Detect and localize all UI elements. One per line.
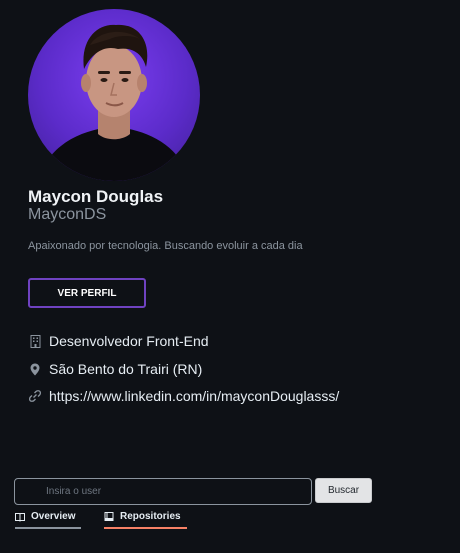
info-location: São Bento do Trairi (RN): [29, 361, 202, 377]
view-profile-button[interactable]: VER PERFIL: [28, 278, 146, 308]
info-company-text: Desenvolvedor Front-End: [49, 333, 209, 349]
tab-overview[interactable]: Overview: [15, 511, 81, 529]
avatar: [28, 9, 200, 181]
profile-page: Maycon Douglas MayconDS Apaixonado por t…: [0, 0, 460, 553]
search-button[interactable]: Buscar: [315, 478, 372, 503]
info-link[interactable]: https://www.linkedin.com/in/mayconDougla…: [29, 388, 339, 404]
book-icon: [15, 512, 25, 522]
repo-icon: [104, 511, 114, 522]
info-link-text[interactable]: https://www.linkedin.com/in/mayconDougla…: [49, 388, 339, 404]
location-pin-icon: [29, 362, 41, 376]
link-icon: [29, 389, 41, 403]
tab-repositories-label: Repositories: [120, 511, 181, 522]
tab-repositories[interactable]: Repositories: [104, 511, 187, 529]
profile-bio: Apaixonado por tecnologia. Buscando evol…: [28, 240, 303, 252]
search-input[interactable]: [14, 478, 312, 505]
building-icon: [29, 334, 41, 348]
tab-overview-label: Overview: [31, 511, 76, 522]
avatar-photo: [38, 24, 190, 181]
info-company: Desenvolvedor Front-End: [29, 333, 209, 349]
profile-name: Maycon Douglas: [28, 187, 164, 206]
profile-username: MayconDS: [28, 206, 107, 223]
info-location-text: São Bento do Trairi (RN): [49, 361, 203, 377]
